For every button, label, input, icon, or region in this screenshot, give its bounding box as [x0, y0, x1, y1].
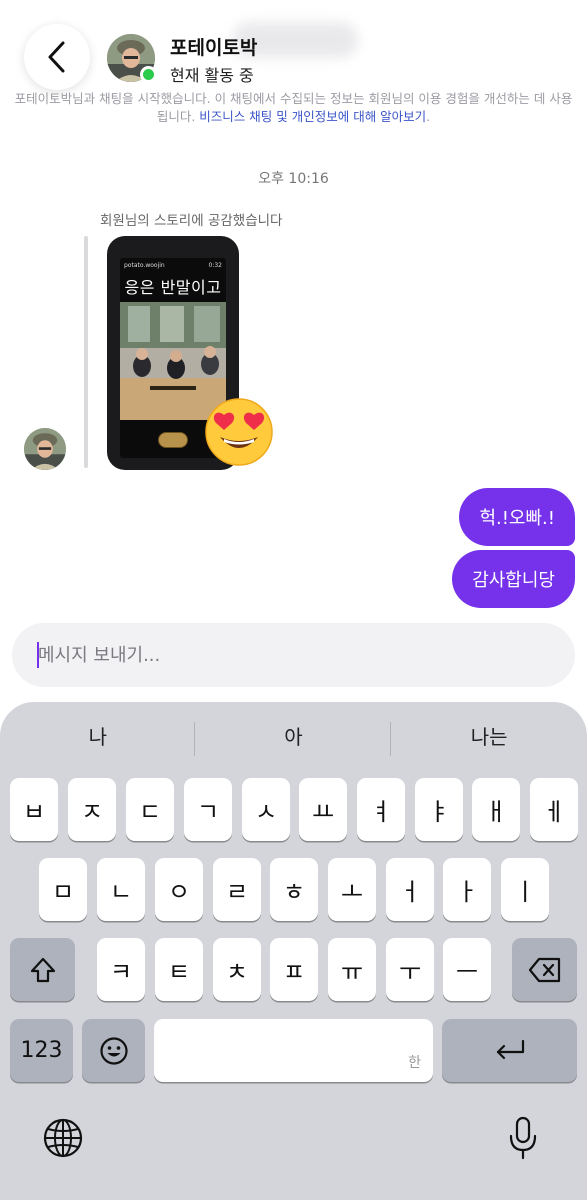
key[interactable]: ㅔ — [530, 778, 578, 841]
key[interactable]: ㅏ — [443, 858, 491, 921]
business-chat-privacy-link[interactable]: 비즈니스 채팅 및 개인정보에 대해 알아보기 — [199, 109, 426, 124]
key[interactable]: ㅁ — [39, 858, 87, 921]
story-duration: 0:32 — [208, 262, 222, 269]
numbers-key[interactable]: 123 — [10, 1019, 73, 1082]
message-composer[interactable] — [12, 623, 575, 687]
story-reaction-caption: 회원님의 스토리에 공감했습니다 — [100, 213, 283, 229]
key[interactable]: ㅇ — [155, 858, 203, 921]
key[interactable]: ㅌ — [155, 938, 203, 1001]
key[interactable]: ㄴ — [97, 858, 145, 921]
shift-icon — [30, 957, 55, 982]
key[interactable]: ㅎ — [270, 858, 318, 921]
emoji-key[interactable] — [82, 1019, 145, 1082]
key[interactable]: ㅜ — [386, 938, 434, 1001]
sent-message-bubble[interactable]: 헉.!오빠.! — [459, 488, 575, 546]
key[interactable]: ㅡ — [443, 938, 491, 1001]
key[interactable]: ㄹ — [213, 858, 261, 921]
return-icon — [496, 1039, 524, 1059]
story-sticker — [158, 432, 188, 448]
suggestion-item[interactable]: 아 — [196, 714, 392, 760]
sender-avatar[interactable] — [24, 428, 66, 470]
return-key[interactable] — [442, 1019, 577, 1082]
suggestion-item[interactable]: 나는 — [391, 714, 587, 760]
contact-activity-status: 현재 활동 중 — [170, 66, 254, 85]
key[interactable]: ㅍ — [270, 938, 318, 1001]
key[interactable]: ㅋ — [97, 938, 145, 1001]
reply-indicator-bar — [84, 236, 88, 468]
key[interactable]: ㅣ — [501, 858, 549, 921]
suggestion-divider — [390, 722, 391, 756]
space-key[interactable]: 한 — [154, 1019, 433, 1082]
key[interactable]: ㅕ — [357, 778, 405, 841]
globe-button[interactable] — [40, 1115, 86, 1161]
suggestion-item[interactable]: 나 — [0, 714, 196, 760]
key[interactable]: ㅛ — [299, 778, 347, 841]
korean-keyboard: 나 아 나는 ㅂ ㅈ ㄷ ㄱ ㅅ ㅛ ㅕ ㅑ ㅐ ㅔ ㅁ ㄴ ㅇ ㄹ ㅎ ㅗ ㅓ… — [0, 702, 587, 1200]
language-hint: 한 — [408, 1055, 421, 1071]
key[interactable]: ㅗ — [328, 858, 376, 921]
globe-icon — [43, 1118, 83, 1158]
key[interactable]: ㅑ — [415, 778, 463, 841]
heart-eyes-emoji-icon — [205, 398, 273, 466]
microphone-icon — [509, 1116, 537, 1160]
key[interactable]: ㄱ — [184, 778, 232, 841]
sent-message-bubble[interactable]: 감사합니당 — [452, 550, 575, 608]
key[interactable]: ㅈ — [68, 778, 116, 841]
chevron-left-icon — [48, 41, 65, 73]
key[interactable]: ㄷ — [126, 778, 174, 841]
suggestion-divider — [194, 722, 195, 756]
shift-key[interactable] — [10, 938, 75, 1001]
backspace-icon — [528, 957, 560, 982]
key[interactable]: ㅓ — [386, 858, 434, 921]
message-input[interactable] — [38, 623, 538, 687]
story-overlay-text: 응은 반말이고 — [124, 278, 222, 297]
disclaimer-end: . — [426, 109, 431, 124]
delete-key[interactable] — [512, 938, 577, 1001]
chat-disclaimer: 포테이토박님과 채팅을 시작했습니다. 이 채팅에서 수집되는 정보는 회원님의… — [10, 90, 577, 126]
smiley-icon — [99, 1036, 128, 1065]
back-button[interactable] — [24, 24, 90, 90]
key[interactable]: ㅠ — [328, 938, 376, 1001]
predictive-suggestions: 나 아 나는 — [0, 714, 587, 760]
online-status-dot — [140, 66, 157, 83]
key[interactable]: ㅅ — [242, 778, 290, 841]
story-username: potato.woojin — [124, 262, 165, 269]
key[interactable]: ㅂ — [10, 778, 58, 841]
message-timestamp: 오후 10:16 — [258, 171, 329, 187]
key[interactable]: ㅊ — [213, 938, 261, 1001]
contact-name[interactable]: 포테이토박 — [170, 33, 257, 60]
dictation-button[interactable] — [500, 1115, 546, 1161]
key[interactable]: ㅐ — [472, 778, 520, 841]
